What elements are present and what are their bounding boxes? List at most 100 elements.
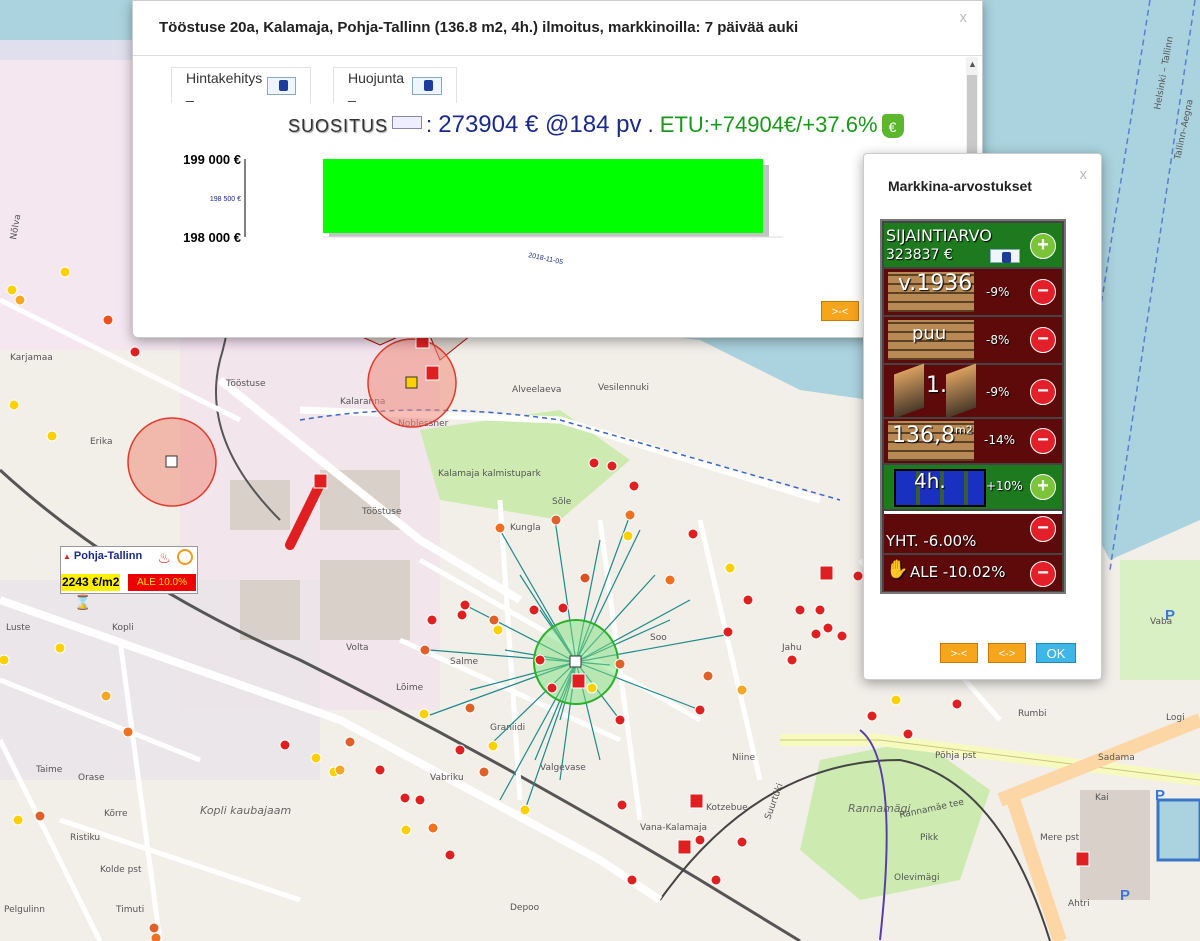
listing-marker[interactable] (464, 702, 476, 714)
listing-marker[interactable] (0, 654, 10, 666)
listing-marker[interactable] (724, 562, 736, 574)
listing-marker[interactable] (742, 594, 754, 606)
listing-marker[interactable] (8, 399, 20, 411)
listing-marker[interactable] (100, 690, 112, 702)
listing-marker[interactable] (606, 460, 618, 472)
listing-marker[interactable] (586, 682, 598, 694)
listing-marker[interactable] (890, 694, 902, 706)
listing-marker[interactable] (736, 836, 748, 848)
listing-marker[interactable] (459, 599, 471, 611)
listing-marker[interactable] (399, 792, 411, 804)
listing-marker[interactable] (150, 932, 162, 941)
listing-marker[interactable] (488, 614, 500, 626)
listing-marker[interactable] (454, 744, 466, 756)
listing-marker[interactable] (427, 822, 439, 834)
listing-marker[interactable] (519, 804, 531, 816)
listing-marker[interactable] (102, 314, 114, 326)
listing-marker[interactable] (456, 609, 468, 621)
listing-marker[interactable] (664, 574, 676, 586)
listing-marker[interactable] (59, 266, 71, 278)
listing-marker[interactable] (626, 874, 638, 886)
house-icon[interactable] (819, 565, 834, 581)
listing-marker[interactable] (444, 849, 456, 861)
listing-marker[interactable] (866, 710, 878, 722)
listing-marker[interactable] (419, 644, 431, 656)
listing-marker[interactable] (46, 430, 58, 442)
chart-icon[interactable] (990, 249, 1020, 263)
listing-marker[interactable] (374, 764, 386, 776)
plus-icon[interactable]: + (1030, 233, 1056, 259)
collapse-button[interactable]: >-< (821, 301, 859, 321)
listing-marker[interactable] (279, 739, 291, 751)
tab-hintakehitys[interactable]: Hintakehitys _ (171, 67, 311, 103)
search-icon[interactable] (392, 116, 423, 129)
collapse-button[interactable]: >-< (940, 643, 978, 663)
listing-marker[interactable] (414, 794, 426, 806)
listing-marker[interactable] (810, 628, 822, 640)
listing-marker[interactable] (687, 528, 699, 540)
minus-icon[interactable]: − (1030, 279, 1056, 305)
listing-marker[interactable] (487, 740, 499, 752)
listing-marker[interactable] (492, 624, 504, 636)
listing-marker[interactable] (310, 752, 322, 764)
listing-marker[interactable] (344, 736, 356, 748)
listing-marker[interactable] (550, 514, 562, 526)
listing-marker[interactable] (694, 834, 706, 846)
listing-marker[interactable] (528, 604, 540, 616)
minus-icon[interactable]: − (1030, 561, 1056, 587)
minus-icon[interactable]: − (1030, 428, 1056, 454)
listing-marker[interactable] (334, 764, 346, 776)
listing-marker[interactable] (494, 522, 506, 534)
listing-marker[interactable] (852, 570, 864, 582)
listing-marker[interactable] (951, 698, 963, 710)
listing-marker[interactable] (822, 622, 834, 634)
listing-marker[interactable] (6, 284, 18, 296)
house-icon[interactable] (571, 673, 586, 689)
ok-button[interactable]: OK (1036, 643, 1076, 663)
listing-marker[interactable] (478, 766, 490, 778)
listing-marker[interactable] (624, 509, 636, 521)
tab-huojunta[interactable]: Huojunta _ (333, 67, 457, 103)
minus-icon[interactable]: − (1030, 516, 1056, 542)
listing-marker[interactable] (616, 799, 628, 811)
house-icon[interactable] (677, 839, 692, 855)
listing-marker[interactable] (12, 814, 24, 826)
listing-marker[interactable] (122, 726, 134, 738)
selected-property-icon[interactable] (569, 655, 582, 668)
listing-marker[interactable] (736, 684, 748, 696)
listing-marker[interactable] (702, 670, 714, 682)
house-icon[interactable] (425, 365, 440, 381)
listing-marker[interactable] (628, 480, 640, 492)
listing-marker[interactable] (14, 294, 26, 306)
plus-icon[interactable]: + (1030, 474, 1056, 500)
listing-marker[interactable] (148, 922, 160, 934)
listing-marker[interactable] (54, 642, 66, 654)
listing-marker[interactable] (836, 630, 848, 642)
minus-icon[interactable]: − (1030, 379, 1056, 405)
scroll-up-icon[interactable]: ▲ (968, 59, 977, 69)
listing-marker[interactable] (786, 654, 798, 666)
close-icon[interactable]: x (960, 9, 968, 26)
listing-marker[interactable] (614, 714, 626, 726)
house-icon[interactable] (1075, 851, 1090, 867)
listing-marker[interactable] (557, 602, 569, 614)
listing-marker[interactable] (614, 658, 626, 670)
listing-marker[interactable] (34, 810, 46, 822)
expand-button[interactable]: <-> (988, 643, 1026, 663)
listing-marker[interactable] (579, 572, 591, 584)
district-info-box[interactable]: ▲ Pohja-Tallinn ♨ 2243 €/m2 ALE 10.0% (60, 546, 198, 594)
listing-marker[interactable] (722, 626, 734, 638)
listing-marker[interactable] (622, 530, 634, 542)
listing-marker[interactable] (902, 728, 914, 740)
house-icon[interactable] (689, 793, 704, 809)
listing-marker[interactable] (546, 682, 558, 694)
listing-marker[interactable] (534, 654, 546, 666)
listing-marker[interactable] (794, 604, 806, 616)
listing-marker[interactable] (710, 874, 722, 886)
house-icon[interactable] (313, 473, 328, 489)
close-icon[interactable]: x (1080, 166, 1088, 183)
minus-icon[interactable]: − (1030, 327, 1056, 353)
listing-marker[interactable] (814, 604, 826, 616)
listing-marker[interactable] (588, 457, 600, 469)
listing-marker[interactable] (694, 704, 706, 716)
